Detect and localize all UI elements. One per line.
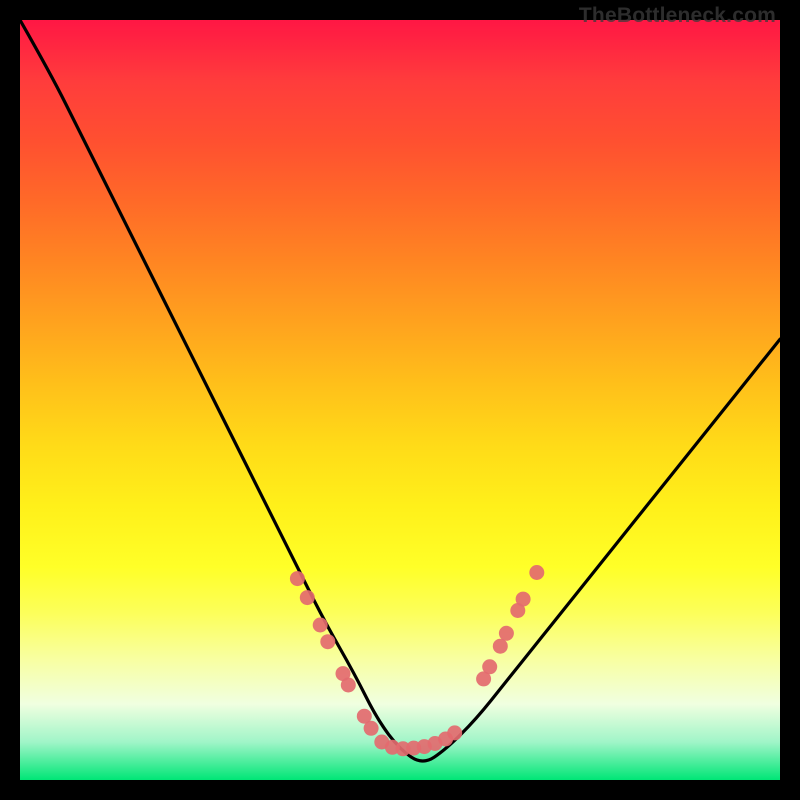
data-dot <box>447 725 462 740</box>
data-dot <box>364 721 379 736</box>
watermark-text: TheBottleneck.com <box>579 4 776 28</box>
data-dot <box>529 565 544 580</box>
data-dot <box>290 571 305 586</box>
data-dot <box>313 618 328 633</box>
data-dot <box>341 678 356 693</box>
data-dot <box>300 590 315 605</box>
plot-area <box>20 20 780 780</box>
chart-svg <box>20 20 780 780</box>
data-dot <box>482 659 497 674</box>
data-dot <box>499 626 514 641</box>
chart-container: TheBottleneck.com <box>0 0 800 800</box>
bottleneck-curve <box>20 20 780 761</box>
data-dots-group <box>290 565 544 756</box>
data-dot <box>516 592 531 607</box>
data-dot <box>493 639 508 654</box>
data-dot <box>320 634 335 649</box>
